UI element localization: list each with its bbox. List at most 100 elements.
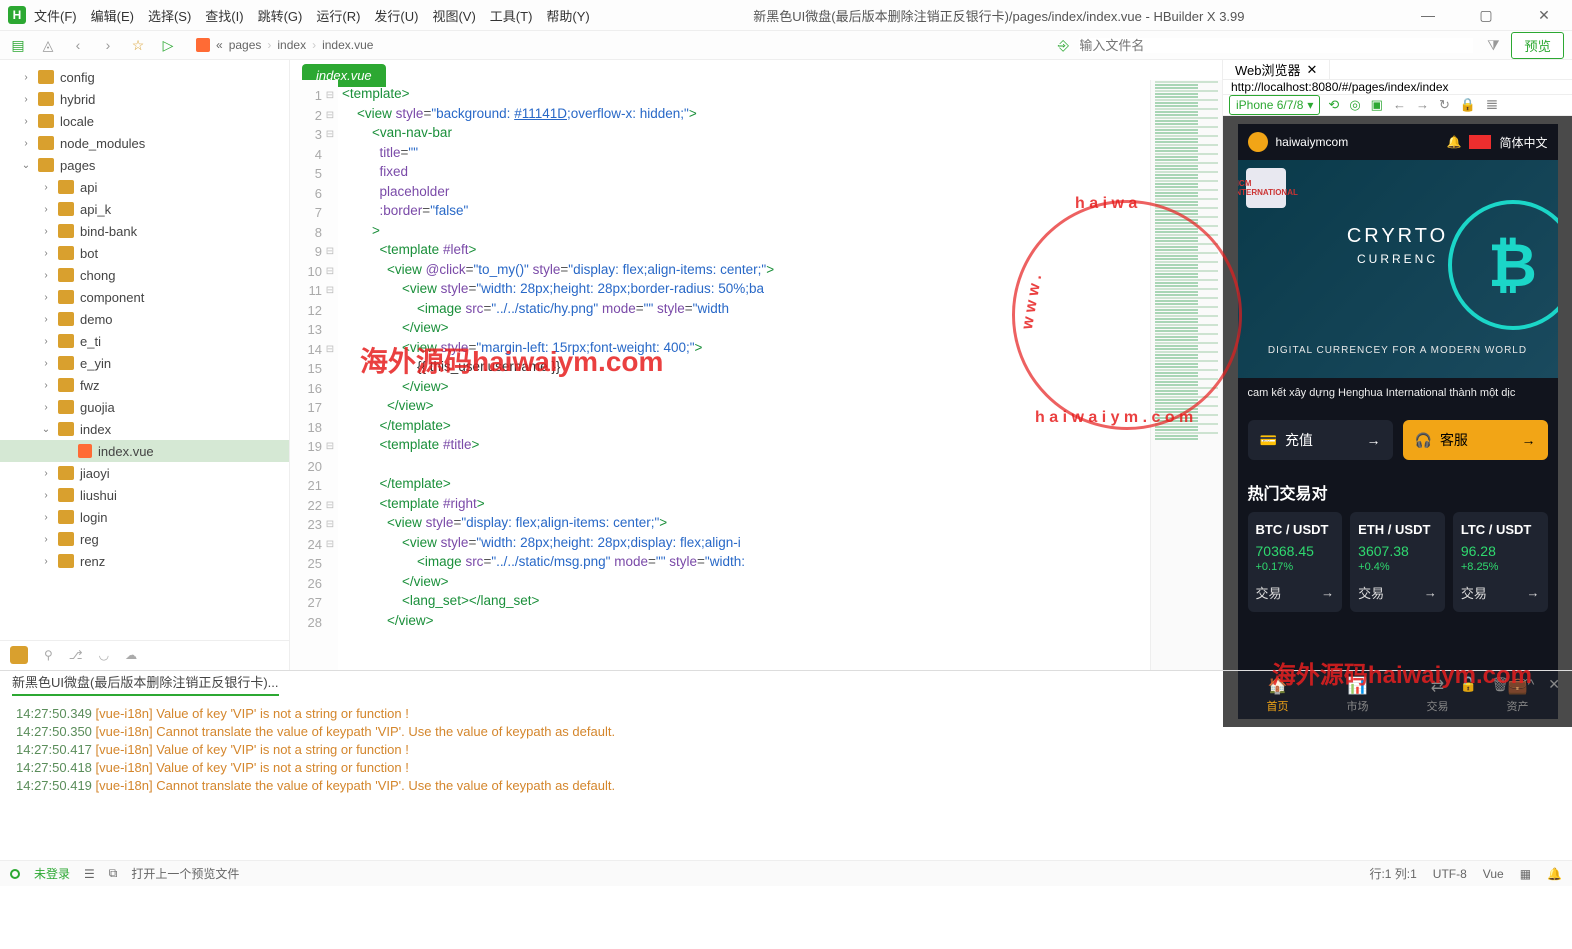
reload-icon[interactable]: ↻	[1439, 97, 1450, 113]
minimize-button[interactable]: —	[1408, 7, 1448, 24]
code-editor: index.vue 1⊟2⊟3⊟456789⊟10⊟11⊟121314⊟1516…	[290, 60, 1222, 670]
target-icon[interactable]: ◎	[1349, 97, 1360, 113]
vue-icon	[196, 38, 210, 52]
tree-item[interactable]: ›api	[0, 176, 289, 198]
tree-item[interactable]: ›component	[0, 286, 289, 308]
search-input[interactable]	[1079, 38, 1473, 53]
collapse-icon[interactable]: ˇ^	[1523, 676, 1534, 693]
menu-item[interactable]: 视图(V)	[432, 6, 475, 25]
maximize-button[interactable]: ▢	[1466, 7, 1506, 24]
language-mode[interactable]: Vue	[1483, 867, 1504, 881]
terminal-icon[interactable]: ⧉	[109, 866, 118, 881]
flag-icon	[1469, 135, 1491, 149]
console-tab[interactable]: 新黑色UI微盘(最后版本删除注销正反银行卡)...	[12, 672, 279, 696]
recharge-button[interactable]: 💳充值 →	[1248, 420, 1393, 460]
new-file-icon[interactable]: ▤	[8, 37, 28, 54]
tree-item[interactable]: ›hybrid	[0, 88, 289, 110]
search-icon[interactable]: ⎆	[1053, 37, 1073, 54]
tree-item[interactable]: ›guojia	[0, 396, 289, 418]
file-search: ⎆	[1053, 37, 1473, 54]
close-button[interactable]: ✕	[1524, 7, 1564, 24]
open-icon[interactable]: ◬	[38, 37, 58, 54]
tree-item[interactable]: ›bind-bank	[0, 220, 289, 242]
tree-item[interactable]: ›login	[0, 506, 289, 528]
tree-item[interactable]: ›e_ti	[0, 330, 289, 352]
encoding[interactable]: UTF-8	[1433, 867, 1467, 881]
tree-item[interactable]: ›reg	[0, 528, 289, 550]
service-button[interactable]: 🎧客服 →	[1403, 420, 1548, 460]
menu-item[interactable]: 帮助(Y)	[546, 6, 589, 25]
close-icon[interactable]: ✕	[1307, 62, 1318, 78]
screenshot-icon[interactable]: ▣	[1371, 97, 1383, 113]
menu-bar: 文件(F) 编辑(E) 选择(S) 查找(I) 跳转(G) 运行(R) 发行(U) 视图(V)…	[34, 6, 590, 25]
tree-item[interactable]: ›config	[0, 66, 289, 88]
lock-icon[interactable]: 🔓	[1460, 676, 1477, 693]
sidebar-icon[interactable]: ☁	[125, 648, 137, 662]
device-selector[interactable]: iPhone 6/7/8▾	[1229, 95, 1320, 115]
trade-card[interactable]: LTC / USDT96.28+8.25%交易→	[1453, 512, 1548, 612]
tree-item[interactable]: ›chong	[0, 264, 289, 286]
sidebar-icon[interactable]	[10, 646, 28, 664]
breadcrumb-item[interactable]: pages	[229, 38, 262, 52]
tree-item[interactable]: index.vue	[0, 440, 289, 462]
preview-tab[interactable]: Web浏览器✕	[1223, 60, 1330, 79]
code-content[interactable]: <template> <view style="background: #111…	[338, 80, 1150, 670]
tree-item[interactable]: ›fwz	[0, 374, 289, 396]
sidebar-icon[interactable]: ◡	[99, 648, 109, 662]
preview-button[interactable]: 预览	[1511, 32, 1564, 59]
menu-item[interactable]: 工具(T)	[490, 6, 533, 25]
breadcrumb-item[interactable]: index.vue	[322, 38, 373, 52]
url-input[interactable]	[1223, 80, 1572, 94]
filter-icon[interactable]: ⧩	[1483, 37, 1503, 54]
sidebar-icon[interactable]: ⎇	[69, 648, 83, 662]
back-icon[interactable]: ‹	[68, 37, 88, 53]
login-status[interactable]: 未登录	[34, 865, 70, 882]
menu-item[interactable]: 查找(I)	[205, 6, 243, 25]
breadcrumb-item[interactable]: index	[277, 38, 306, 52]
menu-icon[interactable]: 𝌆	[1486, 97, 1498, 113]
minimap[interactable]	[1150, 80, 1222, 670]
app-logo: H	[8, 6, 26, 24]
open-preview-label[interactable]: 打开上一个预览文件	[131, 865, 239, 882]
wallet-icon: 💳	[1260, 432, 1277, 449]
lock-icon[interactable]: 🔒	[1460, 97, 1476, 113]
list-icon[interactable]: ☰	[84, 867, 95, 881]
forward-icon[interactable]: →	[1416, 97, 1429, 113]
menu-item[interactable]: 运行(R)	[316, 6, 360, 25]
tree-item[interactable]: ›jiaoyi	[0, 462, 289, 484]
back-icon[interactable]: ←	[1393, 97, 1406, 113]
tree-item[interactable]: ›api_k	[0, 198, 289, 220]
mobile-preview[interactable]: haiwaiymcom 🔔 简体中文 HCM INTERNATIONAL CRY…	[1238, 124, 1558, 719]
tree-item[interactable]: ⌄index	[0, 418, 289, 440]
forward-icon[interactable]: ›	[98, 37, 118, 53]
language-label[interactable]: 简体中文	[1499, 134, 1547, 151]
tree-item[interactable]: ›liushui	[0, 484, 289, 506]
tree-item[interactable]: ›bot	[0, 242, 289, 264]
tree-item[interactable]: ›renz	[0, 550, 289, 572]
refresh-icon[interactable]: ⟲	[1328, 97, 1339, 113]
trash-icon[interactable]: 🗑	[1491, 676, 1509, 693]
trade-card[interactable]: BTC / USDT70368.45+0.17%交易→	[1248, 512, 1343, 612]
menu-item[interactable]: 跳转(G)	[258, 6, 303, 25]
menu-item[interactable]: 编辑(E)	[91, 6, 134, 25]
bell-icon[interactable]: 🔔	[1447, 135, 1462, 149]
tree-item[interactable]: ›locale	[0, 110, 289, 132]
sidebar-icon[interactable]: ⚲	[44, 648, 53, 662]
menu-item[interactable]: 文件(F)	[34, 6, 77, 25]
tree-item[interactable]: ›node_modules	[0, 132, 289, 154]
tree-item[interactable]: ›e_yin	[0, 352, 289, 374]
statusbar: 未登录 ☰ ⧉ 打开上一个预览文件 行:1 列:1 UTF-8 Vue ▦ 🔔	[0, 860, 1572, 886]
brand-name: haiwaiymcom	[1276, 135, 1349, 149]
bell-icon[interactable]: 🔔	[1547, 867, 1562, 881]
trade-card[interactable]: ETH / USDT3607.38+0.4%交易→	[1350, 512, 1445, 612]
web-preview-panel: Web浏览器✕ iPhone 6/7/8▾ ⟲ ◎ ▣ ← → ↻ 🔒 𝌆 ha…	[1222, 60, 1572, 670]
run-icon[interactable]: ▷	[158, 37, 178, 54]
menu-item[interactable]: 选择(S)	[148, 6, 191, 25]
star-icon[interactable]: ☆	[128, 37, 148, 54]
tree-item[interactable]: ⌄pages	[0, 154, 289, 176]
close-icon[interactable]: ✕	[1548, 676, 1560, 693]
status-dot	[10, 869, 20, 879]
menu-item[interactable]: 发行(U)	[374, 6, 418, 25]
grid-icon[interactable]: ▦	[1520, 867, 1531, 881]
tree-item[interactable]: ›demo	[0, 308, 289, 330]
